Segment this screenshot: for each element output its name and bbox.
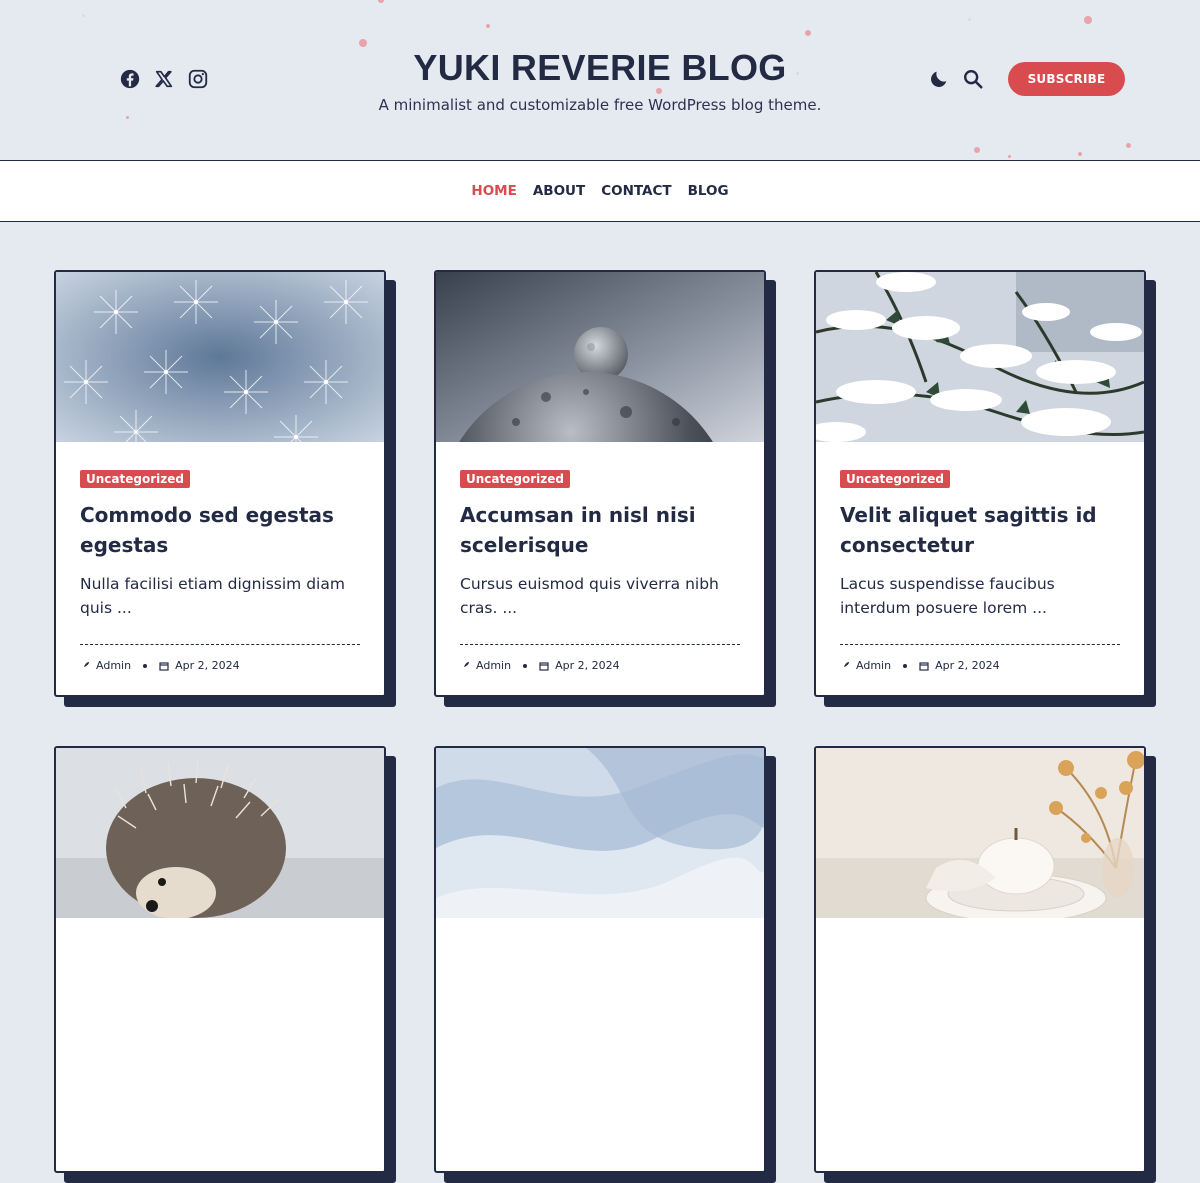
post-title[interactable]: Velit aliquet sagittis id consectetur xyxy=(840,500,1120,560)
post-card: Uncategorized Accumsan in nisl nisi scel… xyxy=(434,270,776,707)
post-date: Apr 2, 2024 xyxy=(175,659,240,672)
post-meta: Admin Apr 2, 2024 xyxy=(840,659,1120,672)
snow-dot xyxy=(1126,143,1131,148)
post-card: Uncategorized Commodo sed egestas egesta… xyxy=(54,270,396,707)
search-icon[interactable] xyxy=(962,68,984,90)
post-title[interactable]: Accumsan in nisl nisi scelerisque xyxy=(460,500,740,560)
feather-pen-icon xyxy=(841,661,849,670)
primary-navigation: HOME ABOUT CONTACT BLOG xyxy=(0,160,1200,222)
snow-dot xyxy=(486,24,490,28)
post-card xyxy=(434,746,776,1183)
snow-dot xyxy=(974,147,980,153)
meta-separator xyxy=(523,663,528,668)
site-header: YUKI REVERIE BLOG A minimalist and custo… xyxy=(0,0,1200,160)
category-badge[interactable]: Uncategorized xyxy=(80,470,190,488)
post-card-body: Uncategorized Velit aliquet sagittis id … xyxy=(816,442,1144,672)
post-thumbnail-abstract-waves[interactable] xyxy=(436,748,764,918)
dashed-divider xyxy=(460,644,740,645)
snow-dot xyxy=(378,0,384,3)
post-card-body: Uncategorized Accumsan in nisl nisi scel… xyxy=(436,442,764,672)
site-tagline: A minimalist and customizable free WordP… xyxy=(378,96,822,114)
calendar-icon xyxy=(919,661,929,671)
post-card-body: Uncategorized Commodo sed egestas egesta… xyxy=(56,442,384,672)
post-author[interactable]: Admin xyxy=(476,659,511,672)
post-thumbnail-snowy-pine[interactable] xyxy=(816,272,1144,442)
post-thumbnail-moon[interactable] xyxy=(436,272,764,442)
snow-dot xyxy=(968,18,971,21)
post-author[interactable]: Admin xyxy=(96,659,131,672)
post-meta: Admin Apr 2, 2024 xyxy=(460,659,740,672)
snow-dot xyxy=(82,14,85,17)
post-excerpt: Nulla facilisi etiam dignissim diam quis… xyxy=(80,575,345,617)
calendar-icon xyxy=(159,661,169,671)
subscribe-button[interactable]: SUBSCRIBE xyxy=(1008,62,1125,96)
snow-dot xyxy=(805,30,811,36)
post-card-inner xyxy=(814,746,1146,1173)
post-thumbnail-pumpkin[interactable] xyxy=(816,748,1144,918)
header-actions: SUBSCRIBE xyxy=(928,62,1125,96)
nav-item-home[interactable]: HOME xyxy=(471,183,516,199)
snow-dot xyxy=(1008,155,1011,158)
post-thumbnail-dandelion[interactable] xyxy=(56,272,384,442)
post-author[interactable]: Admin xyxy=(856,659,891,672)
dashed-divider xyxy=(840,644,1120,645)
feather-pen-icon xyxy=(461,661,469,670)
post-card xyxy=(54,746,396,1183)
nav-item-blog[interactable]: BLOG xyxy=(688,183,729,199)
post-thumbnail-hedgehog[interactable] xyxy=(56,748,384,918)
post-date: Apr 2, 2024 xyxy=(555,659,620,672)
post-card-inner: Uncategorized Accumsan in nisl nisi scel… xyxy=(434,270,766,697)
snow-dot xyxy=(1084,16,1092,24)
nav-item-about[interactable]: ABOUT xyxy=(533,183,585,199)
post-excerpt: Cursus euismod quis viverra nibh cras. .… xyxy=(460,575,719,617)
post-title[interactable]: Commodo sed egestas egestas xyxy=(80,500,360,560)
post-card: Uncategorized Velit aliquet sagittis id … xyxy=(814,270,1156,707)
post-card xyxy=(814,746,1156,1183)
meta-separator xyxy=(903,663,908,668)
moon-icon[interactable] xyxy=(928,68,950,90)
snow-dot xyxy=(126,116,129,119)
post-date: Apr 2, 2024 xyxy=(935,659,1000,672)
category-badge[interactable]: Uncategorized xyxy=(460,470,570,488)
feather-pen-icon xyxy=(81,661,89,670)
post-card-inner: Uncategorized Commodo sed egestas egesta… xyxy=(54,270,386,697)
post-excerpt: Lacus suspendisse faucibus interdum posu… xyxy=(840,575,1055,617)
post-card-inner xyxy=(434,746,766,1173)
post-card-inner xyxy=(54,746,386,1173)
post-card-inner: Uncategorized Velit aliquet sagittis id … xyxy=(814,270,1146,697)
snow-dot xyxy=(1078,152,1082,156)
category-badge[interactable]: Uncategorized xyxy=(840,470,950,488)
dashed-divider xyxy=(80,644,360,645)
meta-separator xyxy=(143,663,148,668)
post-meta: Admin Apr 2, 2024 xyxy=(80,659,360,672)
nav-item-contact[interactable]: CONTACT xyxy=(601,183,671,199)
calendar-icon xyxy=(539,661,549,671)
